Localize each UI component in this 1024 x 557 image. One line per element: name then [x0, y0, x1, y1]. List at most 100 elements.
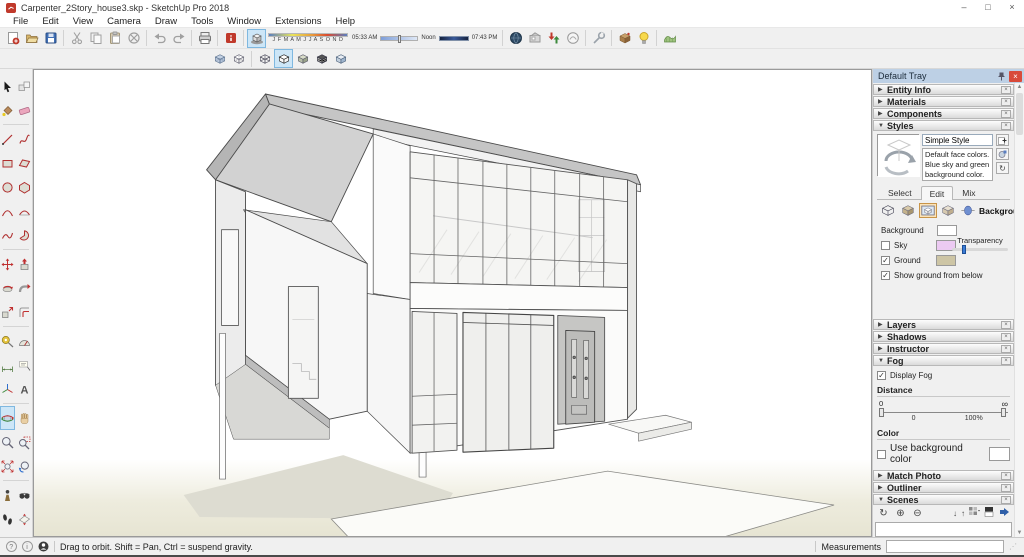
tray-header[interactable]: Default Tray × [873, 69, 1024, 83]
walk-tool[interactable] [0, 507, 15, 531]
tray-close-button[interactable]: × [1009, 70, 1022, 82]
watermark-settings-button[interactable] [939, 203, 957, 218]
display-fog-checkbox[interactable] [877, 370, 886, 380]
paint-models-button[interactable] [615, 29, 634, 48]
section-scenes[interactable]: ▼ Scenes × [873, 494, 1014, 505]
new-button[interactable] [3, 29, 22, 48]
modeling-settings-button[interactable] [959, 203, 977, 218]
fog-color-swatch[interactable] [988, 447, 1010, 461]
maximize-button[interactable]: □ [976, 0, 1000, 15]
rotated-rectangle-tool[interactable] [17, 151, 32, 175]
transparency-slider[interactable] [952, 245, 1008, 255]
generate-report-button[interactable] [634, 29, 653, 48]
polygon-tool[interactable] [17, 175, 32, 199]
section-shadows[interactable]: ▶ Shadows × [873, 331, 1014, 342]
resize-grip[interactable]: ⋰ [1009, 542, 1018, 551]
hide-panel-button[interactable] [999, 507, 1010, 520]
tab-mix[interactable]: Mix [953, 185, 984, 199]
style-wireframe-button[interactable] [255, 49, 274, 68]
erase-button[interactable] [124, 29, 143, 48]
menu-view[interactable]: View [66, 16, 100, 27]
add-scene-button[interactable]: ⊕ [894, 508, 907, 519]
section-fog[interactable]: ▼ Fog × [873, 355, 1014, 366]
pie-tool[interactable] [17, 223, 32, 247]
pin-icon[interactable] [997, 72, 1006, 81]
face-settings-button[interactable] [899, 203, 917, 218]
background-settings-button[interactable] [919, 203, 937, 219]
show-ground-checkbox[interactable] [881, 271, 890, 281]
sky-checkbox[interactable] [881, 241, 890, 251]
line-tool[interactable] [0, 127, 15, 151]
section-close-icon[interactable]: × [1001, 495, 1011, 504]
section-entity-info[interactable]: ▶ Entity Info × [873, 84, 1014, 95]
user-icon[interactable] [38, 541, 49, 552]
3d-text-tool[interactable]: A [17, 377, 32, 401]
tray-scrollbar[interactable]: ▲ ▼ [1014, 83, 1024, 537]
help-icon[interactable]: ? [6, 541, 17, 552]
offset-tool[interactable] [17, 300, 32, 324]
style-hidden-line-button[interactable] [274, 49, 293, 68]
print-button[interactable] [195, 29, 214, 48]
close-button[interactable]: × [1000, 0, 1024, 15]
shadow-time-track-pm[interactable] [438, 35, 469, 41]
two-point-arc-tool[interactable] [17, 199, 32, 223]
transparency-handle[interactable] [962, 245, 967, 255]
fog-slider-track[interactable] [879, 412, 1008, 413]
style-back-edges-button[interactable] [229, 49, 248, 68]
eraser-tool[interactable] [17, 98, 32, 122]
tab-edit[interactable]: Edit [920, 186, 954, 201]
show-details-button[interactable] [984, 507, 995, 520]
axes-tool[interactable] [0, 377, 15, 401]
style-thumbnail[interactable] [877, 134, 920, 177]
copy-button[interactable] [86, 29, 105, 48]
style-shaded-button[interactable] [293, 49, 312, 68]
style-x-ray-button[interactable] [210, 49, 229, 68]
menu-help[interactable]: Help [329, 16, 363, 27]
section-close-icon[interactable]: × [1001, 320, 1011, 329]
scale-tool[interactable] [0, 300, 15, 324]
three-point-arc-tool[interactable] [0, 223, 15, 247]
extension-warehouse-button[interactable] [563, 29, 582, 48]
section-close-icon[interactable]: × [1001, 121, 1011, 130]
scroll-up-icon[interactable]: ▲ [1017, 84, 1023, 90]
undo-button[interactable] [150, 29, 169, 48]
move-scene-down-button[interactable]: ↓ [953, 509, 957, 518]
section-match-photo[interactable]: ▶ Match Photo × [873, 470, 1014, 481]
minimize-button[interactable]: – [952, 0, 976, 15]
shadow-time-handle[interactable] [397, 34, 401, 43]
menu-tools[interactable]: Tools [184, 16, 220, 27]
photo-textures-button[interactable] [525, 29, 544, 48]
previous-view-tool[interactable] [17, 454, 32, 478]
scrollbar-thumb[interactable] [1016, 93, 1023, 135]
scroll-down-icon[interactable]: ▼ [1017, 530, 1023, 536]
section-layers[interactable]: ▶ Layers × [873, 319, 1014, 330]
ground-checkbox[interactable] [881, 256, 890, 266]
refresh-styles-button[interactable]: ↻ [996, 162, 1009, 174]
sandbox-button[interactable] [660, 29, 679, 48]
model-viewport[interactable] [33, 69, 872, 537]
paste-button[interactable] [105, 29, 124, 48]
fog-near-handle[interactable] [879, 408, 884, 417]
tape-measure-tool[interactable] [0, 329, 15, 353]
move-tool[interactable] [0, 252, 15, 276]
shadow-time-slider[interactable]: 05:33 AM Noon 07:43 PM [352, 34, 497, 43]
style-name-input[interactable] [922, 134, 993, 146]
shadow-date-slider[interactable]: J F M A M J J A S O N D [268, 33, 348, 43]
create-new-style-button[interactable] [996, 134, 1009, 146]
position-camera-tool[interactable] [0, 483, 15, 507]
menu-extensions[interactable]: Extensions [268, 16, 328, 27]
edge-settings-button[interactable] [879, 203, 897, 218]
zoom-tool[interactable] [0, 430, 15, 454]
ground-color-swatch[interactable] [936, 255, 956, 267]
menu-file[interactable]: File [6, 16, 35, 27]
remove-scene-button[interactable]: ⊖ [911, 508, 924, 519]
use-background-color-checkbox[interactable] [877, 449, 886, 459]
toggle-shadows-button[interactable] [247, 28, 266, 48]
make-component-tool[interactable] [17, 74, 32, 98]
menu-camera[interactable]: Camera [100, 16, 148, 27]
measurements-input[interactable] [886, 540, 1004, 553]
section-close-icon[interactable]: × [1001, 332, 1011, 341]
section-close-icon[interactable]: × [1001, 344, 1011, 353]
menu-window[interactable]: Window [220, 16, 268, 27]
zoom-window-tool[interactable] [17, 430, 32, 454]
